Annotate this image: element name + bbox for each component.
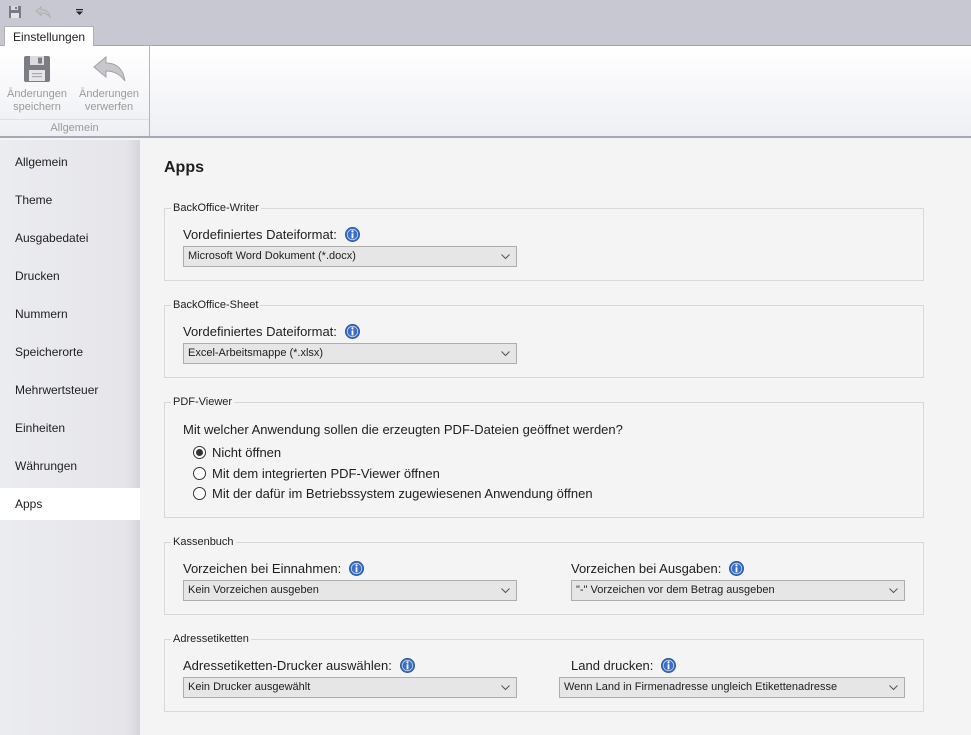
save-changes-label-2: speichern: [13, 101, 61, 113]
discard-changes-label-1: Änderungen: [79, 88, 139, 100]
radio-label: Nicht öffnen: [212, 445, 282, 460]
discard-changes-button[interactable]: Änderungen verwerfen: [74, 50, 144, 114]
radio-label: Mit der dafür im Betriebssystem zugewies…: [212, 486, 593, 501]
expense-sign-dropdown[interactable]: "-" Vorzeichen vor dem Betrag ausgeben: [571, 580, 905, 601]
print-country-dropdown[interactable]: Wenn Land in Firmenadresse ungleich Etik…: [559, 677, 905, 698]
chevron-down-icon: [501, 247, 510, 266]
info-icon[interactable]: [399, 658, 415, 673]
qat-undo-button[interactable]: [31, 1, 55, 23]
radio-system-anwendung[interactable]: Mit der dafür im Betriebssystem zugewies…: [193, 486, 593, 501]
sidebar-item-theme[interactable]: Theme: [0, 184, 140, 216]
floppy-disk-icon: [24, 56, 50, 82]
settings-sidebar: Allgemein Theme Ausgabedatei Drucken Num…: [0, 140, 140, 735]
sidebar-item-nummern[interactable]: Nummern: [0, 298, 140, 330]
undo-arrow-icon: [93, 55, 126, 82]
writer-format-dropdown[interactable]: Microsoft Word Dokument (*.docx): [183, 246, 517, 267]
print-country-label: Land drucken:: [571, 658, 654, 673]
label-printer-dropdown[interactable]: Kein Drucker ausgewählt: [183, 677, 517, 698]
ribbon: Änderungen speichern Änderungen verwerfe…: [0, 46, 971, 138]
sidebar-item-speicherorte[interactable]: Speicherorte: [0, 336, 140, 368]
ribbon-group-label: Allgemein: [0, 119, 149, 134]
label-printer-label: Adressetiketten-Drucker auswählen:: [183, 658, 392, 673]
radio-integrierter-viewer[interactable]: Mit dem integrierten PDF-Viewer öffnen: [193, 466, 440, 481]
radio-label: Mit dem integrierten PDF-Viewer öffnen: [212, 466, 440, 481]
chevron-down-icon: [889, 678, 898, 697]
group-legend: PDF-Viewer: [171, 395, 235, 409]
customize-dropdown-icon: [75, 9, 83, 15]
info-icon[interactable]: [729, 561, 745, 576]
tab-einstellungen[interactable]: Einstellungen: [4, 26, 95, 47]
income-sign-label: Vorzeichen bei Einnahmen:: [183, 561, 342, 576]
sheet-format-dropdown[interactable]: Excel-Arbeitsmappe (*.xlsx): [183, 343, 517, 364]
quick-access-toolbar: [0, 0, 971, 24]
sidebar-item-drucken[interactable]: Drucken: [0, 260, 140, 292]
group-legend: Kassenbuch: [171, 535, 236, 549]
group-backoffice-writer: BackOffice-Writer Vordefiniertes Dateifo…: [164, 201, 924, 281]
chevron-down-icon: [889, 581, 898, 600]
writer-format-label: Vordefiniertes Dateiformat:: [183, 227, 337, 242]
sidebar-item-waehrungen[interactable]: Währungen: [0, 450, 140, 482]
income-sign-value: Kein Vorzeichen ausgeben: [188, 584, 319, 596]
info-icon[interactable]: [344, 324, 360, 339]
group-kassenbuch: Kassenbuch Vorzeichen bei Einnahmen: Kei…: [164, 535, 924, 615]
sidebar-item-apps[interactable]: Apps: [0, 488, 140, 520]
pdf-question: Mit welcher Anwendung sollen die erzeugt…: [183, 422, 623, 437]
info-icon[interactable]: [661, 658, 677, 673]
writer-format-value: Microsoft Word Dokument (*.docx): [188, 250, 356, 262]
group-backoffice-sheet: BackOffice-Sheet Vordefiniertes Dateifor…: [164, 298, 924, 378]
label-printer-value: Kein Drucker ausgewählt: [188, 681, 311, 693]
save-icon: [9, 6, 21, 18]
discard-changes-label-2: verwerfen: [84, 101, 134, 113]
undo-icon: [35, 6, 51, 18]
group-legend: Adressetiketten: [171, 632, 251, 646]
chevron-down-icon: [501, 581, 510, 600]
info-icon[interactable]: [344, 227, 360, 242]
save-changes-button[interactable]: Änderungen speichern: [2, 50, 72, 114]
sidebar-item-einheiten[interactable]: Einheiten: [0, 412, 140, 444]
ribbon-tab-strip: Einstellungen: [0, 24, 971, 47]
radio-button-checked[interactable]: [193, 446, 206, 459]
group-adressetiketten: Adressetiketten Adressetiketten-Drucker …: [164, 632, 924, 712]
expense-sign-label: Vorzeichen bei Ausgaben:: [571, 561, 722, 576]
info-icon[interactable]: [349, 561, 365, 576]
sheet-format-label: Vordefiniertes Dateiformat:: [183, 324, 337, 339]
radio-nicht-oeffnen[interactable]: Nicht öffnen: [193, 445, 281, 460]
save-changes-label-1: Änderungen: [7, 88, 67, 100]
page-title: Apps: [164, 159, 204, 176]
qat-save-button[interactable]: [3, 1, 27, 23]
group-legend: BackOffice-Writer: [171, 201, 261, 215]
chevron-down-icon: [501, 344, 510, 363]
radio-button[interactable]: [193, 467, 206, 480]
expense-sign-value: "-" Vorzeichen vor dem Betrag ausgeben: [576, 584, 775, 596]
group-pdf-viewer: PDF-Viewer Mit welcher Anwendung sollen …: [164, 395, 924, 518]
sheet-format-value: Excel-Arbeitsmappe (*.xlsx): [188, 347, 324, 359]
ribbon-group-allgemein: Änderungen speichern Änderungen verwerfe…: [0, 46, 150, 136]
group-legend: BackOffice-Sheet: [171, 298, 261, 312]
sidebar-item-mehrwertsteuer[interactable]: Mehrwertsteuer: [0, 374, 140, 406]
radio-button[interactable]: [193, 487, 206, 500]
qat-customize-button[interactable]: [67, 1, 91, 23]
settings-content: Apps BackOffice-Writer Vordefiniertes Da…: [140, 140, 971, 735]
income-sign-dropdown[interactable]: Kein Vorzeichen ausgeben: [183, 580, 517, 601]
chevron-down-icon: [501, 678, 510, 697]
sidebar-item-allgemein[interactable]: Allgemein: [0, 146, 140, 178]
sidebar-item-ausgabedatei[interactable]: Ausgabedatei: [0, 222, 140, 254]
print-country-value: Wenn Land in Firmenadresse ungleich Etik…: [564, 681, 838, 693]
